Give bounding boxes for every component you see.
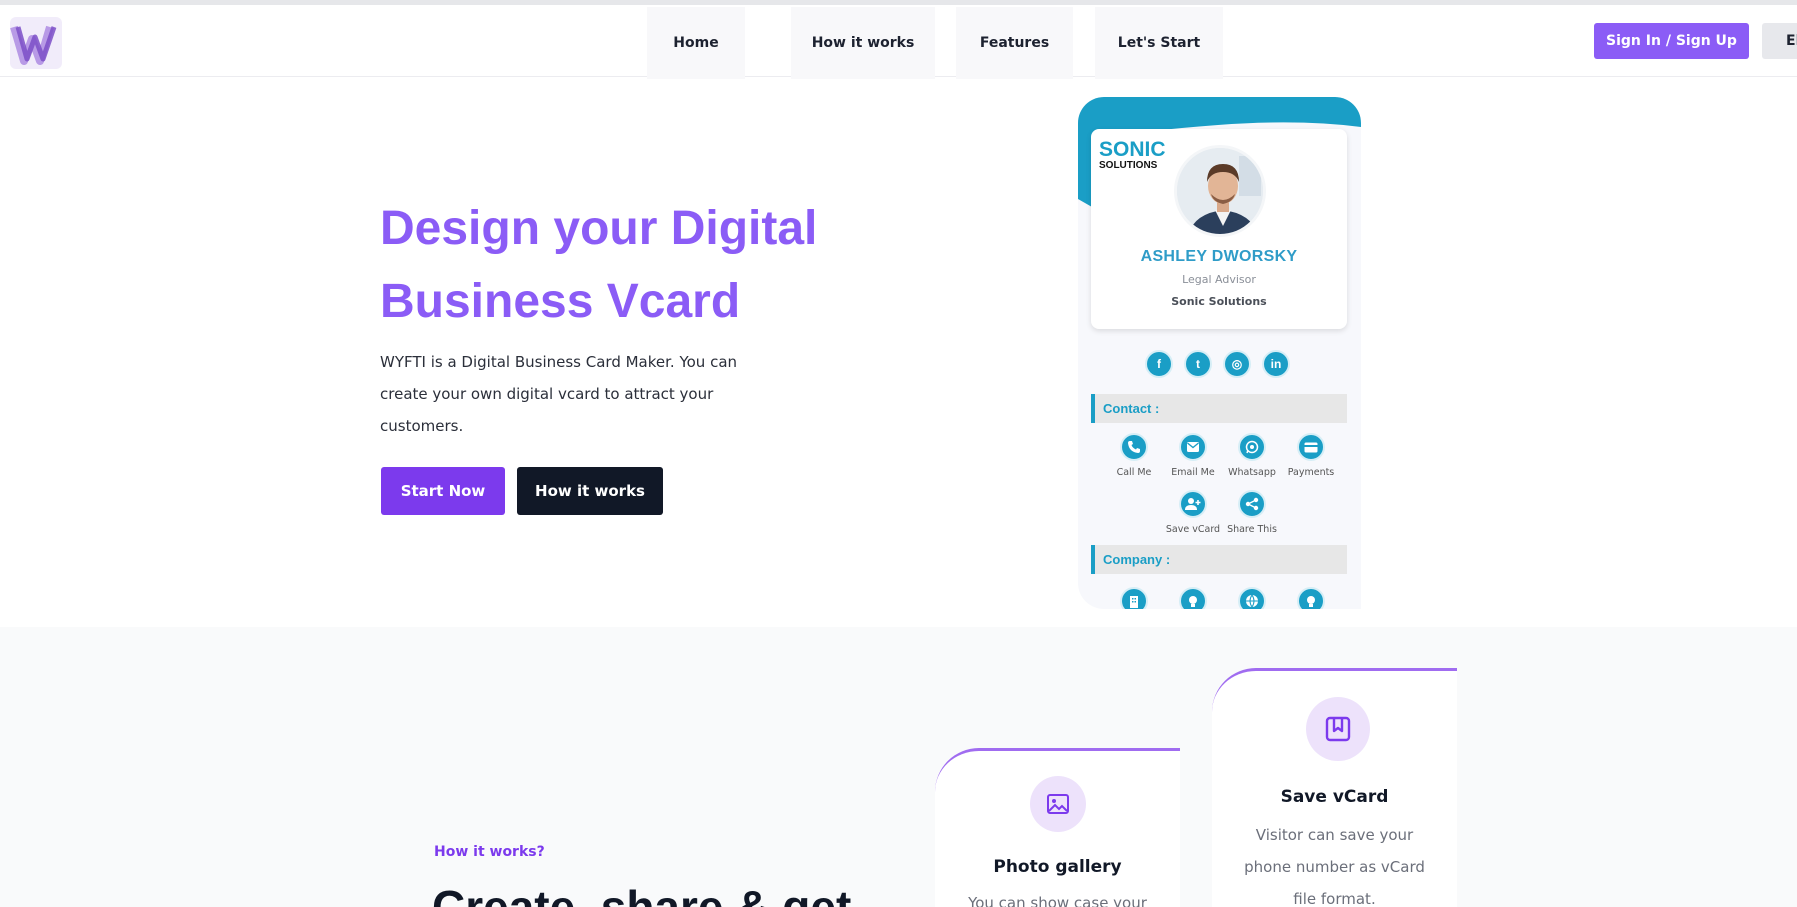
top-navbar: Home How it works Features Let's Start S…	[0, 5, 1797, 79]
feature-title: Photo gallery	[993, 857, 1122, 877]
feature-description: Visitor can save your phone number as vC…	[1244, 826, 1425, 907]
bulb-icon	[1179, 587, 1207, 609]
instagram-icon[interactable]: ◎	[1223, 350, 1251, 378]
feature-card-photo-gallery: Photo gallery You can show case your	[935, 748, 1180, 907]
add-user-icon	[1179, 490, 1207, 518]
vcard-brand-subtitle: SOLUTIONS	[1099, 160, 1158, 171]
nav-lets-start-link[interactable]: Let's Start	[1095, 7, 1223, 79]
email-me-action[interactable]: Email Me	[1161, 433, 1225, 478]
how-it-works-kicker: How it works?	[434, 844, 545, 860]
feature-title: Save vCard	[1280, 787, 1389, 807]
nav-how-it-works-link[interactable]: How it works	[791, 7, 935, 79]
phone-icon	[1120, 433, 1148, 461]
language-button[interactable]: El	[1762, 23, 1797, 59]
logo-w-icon	[10, 17, 62, 69]
action-label: Share This	[1227, 524, 1277, 535]
twitter-icon[interactable]: t	[1184, 350, 1212, 378]
email-icon	[1179, 433, 1207, 461]
action-label: Whatsapp	[1228, 467, 1276, 478]
company-heading: Company :	[1091, 545, 1347, 574]
action-label: Save vCard	[1165, 524, 1221, 535]
company-info-action[interactable]	[1279, 587, 1343, 609]
building-icon	[1120, 587, 1148, 609]
vcard-person-company: Sonic Solutions	[1171, 295, 1267, 308]
nav-home-link[interactable]: Home	[647, 7, 745, 79]
hero-title: Design your Digital Business Vcard	[380, 202, 818, 328]
whatsapp-icon	[1238, 433, 1266, 461]
bulb-icon	[1297, 587, 1325, 609]
linkedin-icon[interactable]: in	[1262, 350, 1290, 378]
feature-card-save-vcard: Save vCard Visitor can save your phone n…	[1212, 668, 1457, 907]
vcard-person-role: Legal Advisor	[1182, 273, 1256, 286]
vcard-preview: SONIC SOLUTIONS ASHLEY DWORSKY Legal Adv…	[1078, 97, 1361, 609]
how-it-works-button[interactable]: How it works	[517, 467, 663, 515]
action-label: Payments	[1287, 467, 1335, 478]
bookmark-icon	[1306, 697, 1370, 761]
vcard-brand-name: SONIC	[1099, 138, 1166, 161]
share-this-action[interactable]: Share This	[1220, 490, 1284, 535]
share-icon	[1238, 490, 1266, 518]
site-logo[interactable]	[8, 15, 64, 71]
card-icon	[1297, 433, 1325, 461]
company-address-action[interactable]	[1102, 587, 1166, 609]
facebook-icon[interactable]: f	[1145, 350, 1173, 378]
avatar	[1174, 145, 1266, 237]
image-icon	[1030, 776, 1086, 832]
whatsapp-action[interactable]: Whatsapp	[1220, 433, 1284, 478]
save-vcard-action[interactable]: Save vCard	[1161, 490, 1225, 535]
company-website-action[interactable]	[1220, 587, 1284, 609]
call-me-action[interactable]: Call Me	[1102, 433, 1166, 478]
action-label: Call Me	[1116, 467, 1152, 478]
payments-action[interactable]: Payments	[1279, 433, 1343, 478]
contact-heading: Contact :	[1091, 394, 1347, 423]
how-it-works-section	[0, 627, 1797, 907]
sign-in-button[interactable]: Sign In / Sign Up	[1594, 23, 1749, 59]
vcard-person-name: ASHLEY DWORSKY	[1140, 248, 1298, 265]
globe-icon	[1238, 587, 1266, 609]
nav-features-link[interactable]: Features	[956, 7, 1073, 79]
start-now-button[interactable]: Start Now	[381, 467, 505, 515]
company-idea-action[interactable]	[1161, 587, 1225, 609]
feature-description: You can show case your	[968, 894, 1147, 907]
action-label: Email Me	[1171, 467, 1215, 478]
how-it-works-title: Create, share & get	[432, 881, 852, 907]
hero-description: WYFTI is a Digital Business Card Maker. …	[380, 353, 738, 435]
